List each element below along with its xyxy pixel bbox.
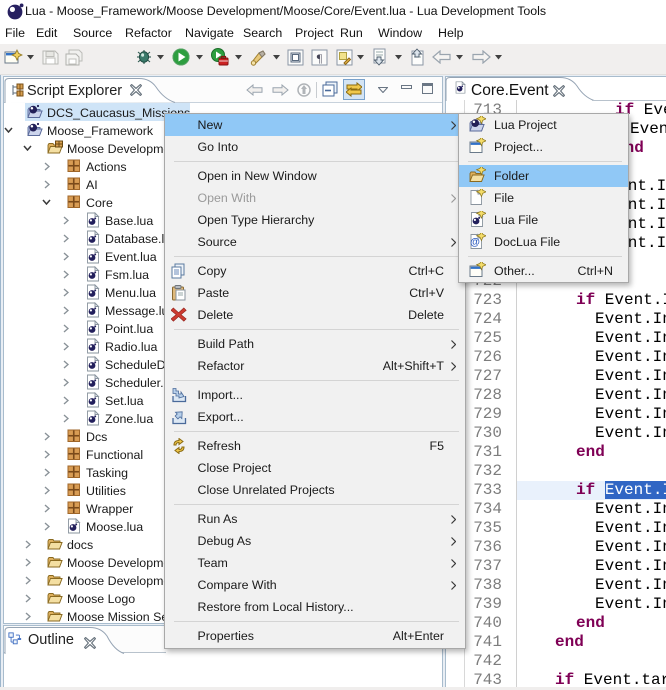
svg-text:¶: ¶ [317,51,323,65]
svg-text:@: @ [470,237,480,248]
